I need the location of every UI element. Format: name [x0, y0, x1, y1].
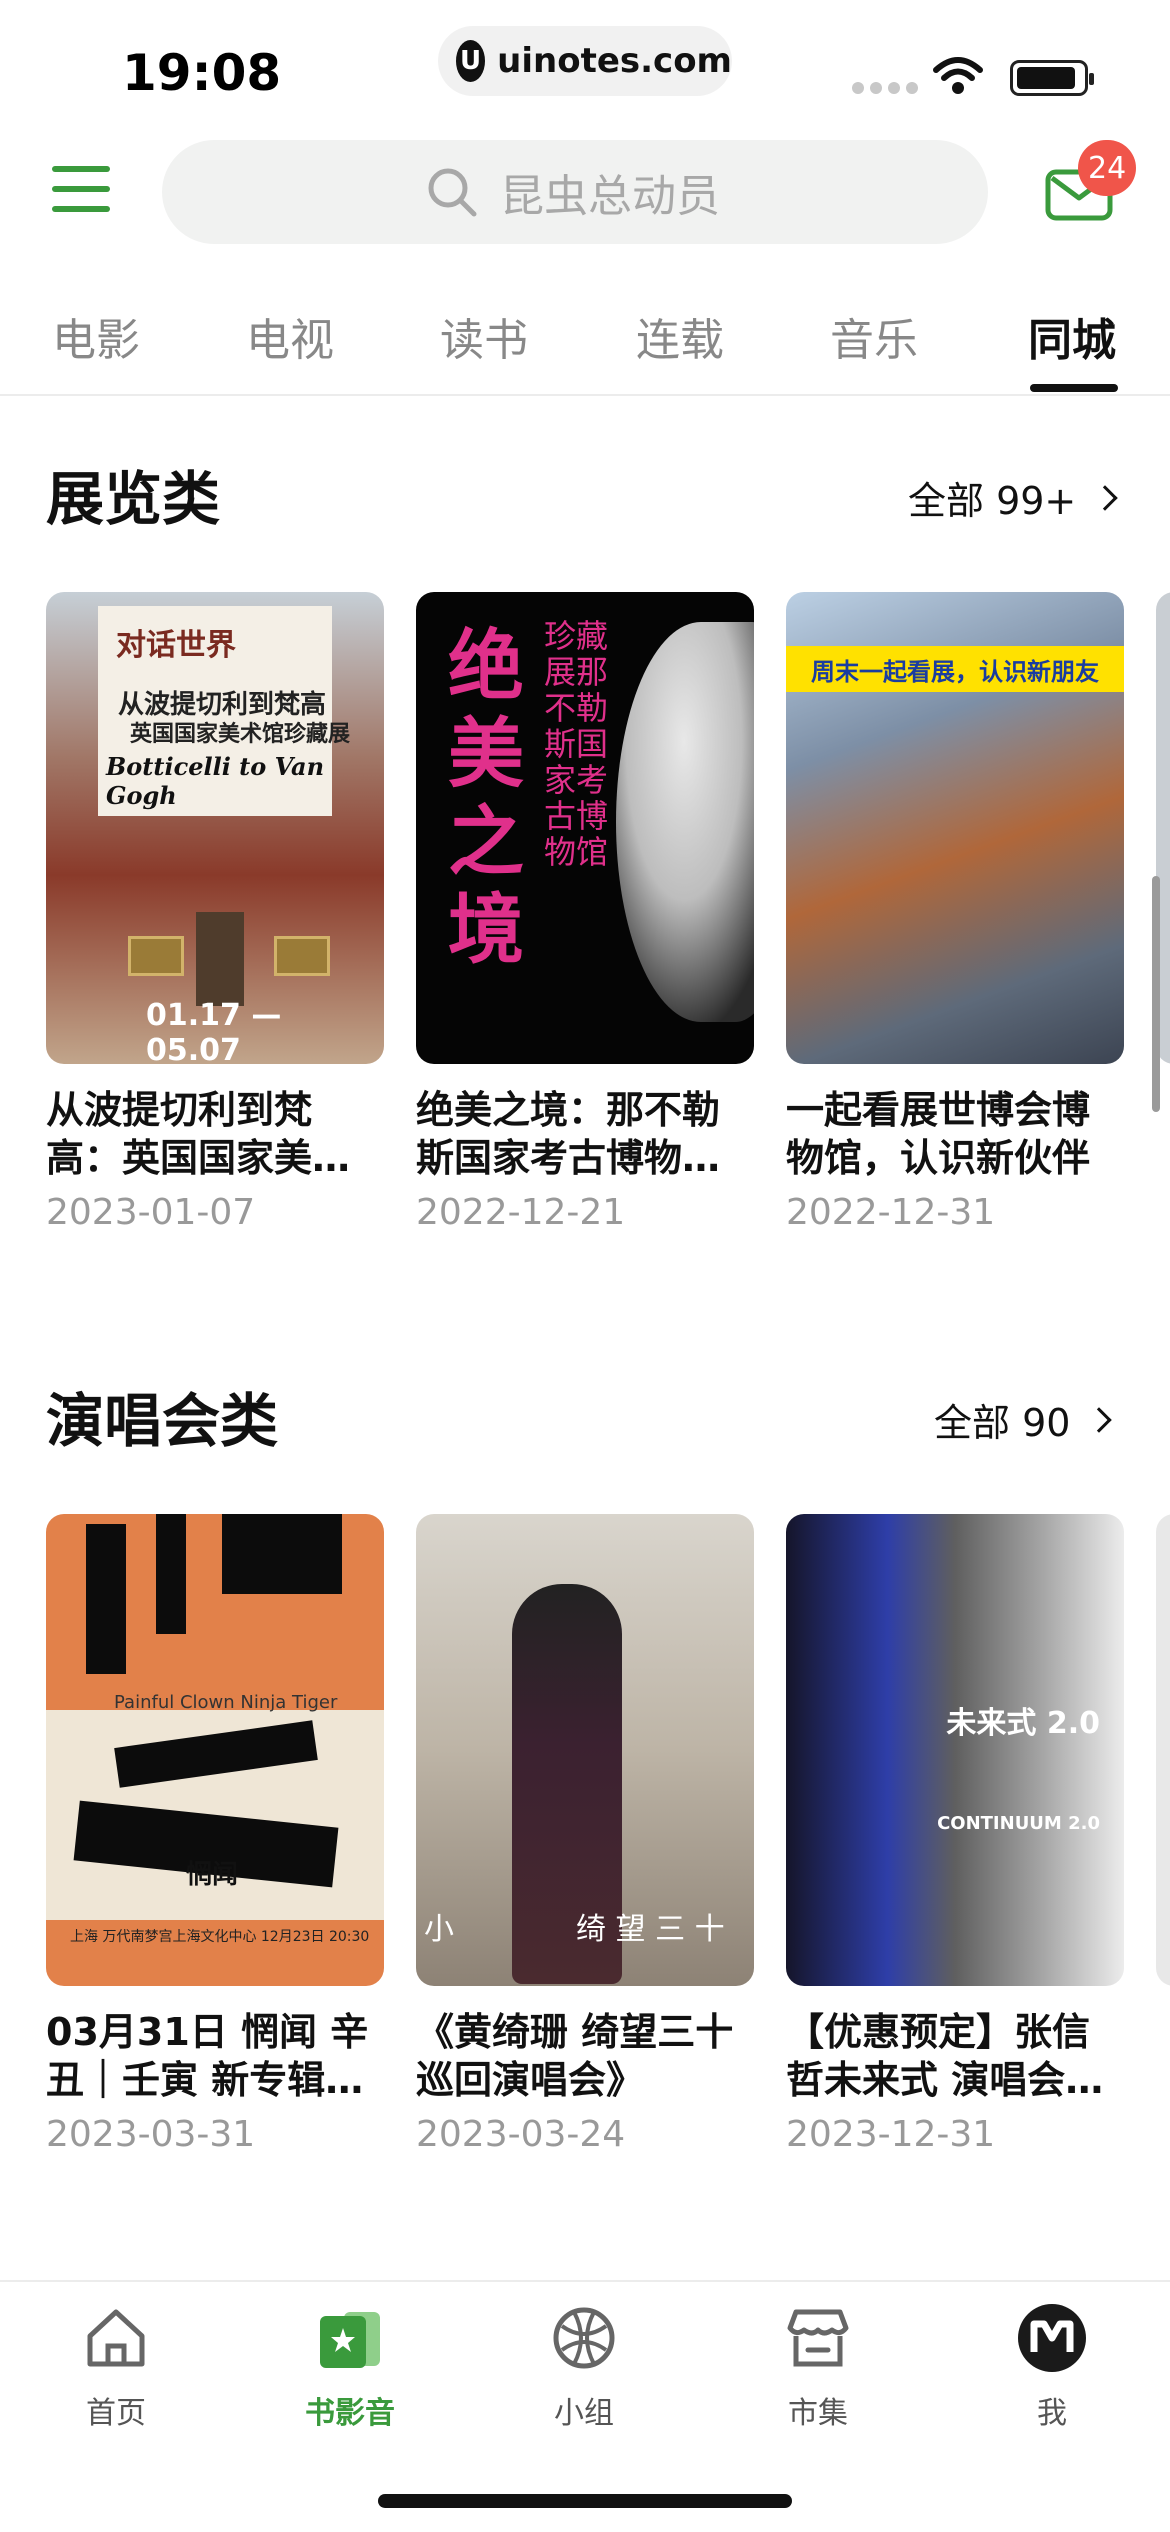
event-title: 绝美之境：那不勒斯国家考古博物馆珍藏展	[416, 1088, 721, 1180]
app-screen: 19:08 U uinotes.com 昆虫总动员 24 电影 电视 读书 连载…	[0, 0, 1170, 2532]
chevron-right-icon	[1086, 1406, 1113, 1433]
section-title-concerts: 演唱会类	[46, 1387, 279, 1455]
search-bar[interactable]: 昆虫总动员	[162, 140, 988, 244]
market-icon	[787, 2309, 849, 2367]
media-icon	[320, 2312, 380, 2368]
mail-badge: 24	[1078, 140, 1137, 196]
event-title: 【优惠预定】张信哲未来式 演唱会门票	[786, 2010, 1104, 2102]
see-all-label: 全部 90	[934, 1401, 1071, 1445]
menu-icon[interactable]	[52, 166, 110, 218]
poster-name-right: 绮 望 三 十	[576, 1912, 725, 1947]
tab-serial[interactable]: 连载	[636, 304, 724, 368]
tab-tv[interactable]: 电视	[246, 304, 334, 368]
next-card-peek[interactable]	[1156, 1514, 1170, 1986]
tab-local[interactable]: 同城	[1028, 304, 1116, 368]
poster-subtitle: CONTINUUM 2.0	[937, 1813, 1100, 1834]
event-title: 从波提切利到梵高：英国国家美术馆珍藏展	[46, 1088, 351, 1180]
nav-profile[interactable]: 我	[972, 2302, 1132, 2432]
signal-icon	[852, 82, 918, 94]
event-date: 2023-03-24	[416, 2114, 626, 2155]
event-card[interactable]: 小 绮 望 三 十 《黄绮珊 绮望三十巡回演唱会》 2023-03-24	[416, 1514, 754, 2155]
event-date: 2023-12-31	[786, 2114, 996, 2155]
profile-icon	[1018, 2304, 1086, 2372]
battery-icon	[1010, 60, 1094, 96]
status-time: 19:08	[122, 44, 282, 102]
see-all-concerts[interactable]: 全部 90	[934, 1392, 1113, 1447]
url-pill[interactable]: U uinotes.com	[438, 26, 732, 96]
top-header: 昆虫总动员 24	[0, 140, 1170, 246]
status-bar: 19:08 U uinotes.com	[0, 0, 1170, 130]
event-date: 2022-12-21	[416, 1192, 626, 1233]
event-card[interactable]: 对话世界 从波提切利到梵高 英国国家美术馆珍藏展 Botticelli to V…	[46, 592, 384, 1233]
poster-name-left: 小	[424, 1912, 454, 1947]
event-poster: 小 绮 望 三 十	[416, 1514, 754, 1986]
category-tabs: 电影 电视 读书 连载 音乐 同城	[0, 290, 1170, 396]
poster-english-title: Botticelli to Van Gogh	[106, 752, 325, 810]
event-card[interactable]: 绝美之境 珍藏展那不勒斯国家考古博物馆 绝美之境：那不勒斯国家考古博物馆珍藏展 …	[416, 592, 754, 1233]
see-all-exhibitions[interactable]: 全部 99+	[908, 470, 1119, 525]
event-title: 03月31日 惘闻 辛丑｜壬寅 新专辑巡演	[46, 2010, 369, 2102]
site-logo-icon: U	[456, 40, 486, 82]
nav-group[interactable]: 小组	[504, 2302, 664, 2432]
event-poster: 绝美之境 珍藏展那不勒斯国家考古博物馆	[416, 592, 754, 1064]
search-placeholder: 昆虫总动员	[500, 171, 720, 222]
event-poster: 对话世界 从波提切利到梵高 英国国家美术馆珍藏展 Botticelli to V…	[46, 592, 384, 1064]
poster-banner: 周末一起看展，认识新朋友	[786, 646, 1124, 692]
active-tab-indicator	[1030, 384, 1118, 392]
poster-venue: 上海 万代南梦宫上海文化中心 12月23日 20:30	[70, 1929, 370, 1945]
nav-media[interactable]: 书影音	[270, 2302, 430, 2432]
statue-image	[616, 622, 754, 1022]
section-title-exhibitions: 展览类	[46, 465, 221, 533]
site-url: uinotes.com	[497, 41, 732, 81]
nav-label: 市集	[788, 2396, 848, 2431]
chevron-right-icon	[1092, 484, 1119, 511]
home-icon	[87, 2309, 145, 2367]
event-date: 2023-01-07	[46, 1192, 256, 1233]
poster-subtitle: 英国国家美术馆珍藏展	[130, 722, 351, 747]
group-icon	[553, 2307, 615, 2369]
poster-dates: 01.17 — 05.07	[146, 998, 282, 1064]
event-poster: Painful Clown Ninja Tiger 惘闻 上海 万代南梦宫上海文…	[46, 1514, 384, 1986]
nav-label: 我	[1037, 2396, 1067, 2431]
nav-label: 首页	[86, 2396, 146, 2431]
event-card[interactable]: 周末一起看展，认识新朋友 一起看展世博会博物馆，认识新伙伴 2022-12-31	[786, 592, 1124, 1233]
event-card[interactable]: Painful Clown Ninja Tiger 惘闻 上海 万代南梦宫上海文…	[46, 1514, 384, 2155]
nav-label: 书影音	[305, 2396, 395, 2431]
tab-music[interactable]: 音乐	[830, 304, 918, 368]
event-title: 一起看展世博会博物馆，认识新伙伴	[786, 1088, 1091, 1180]
nav-label: 小组	[554, 2396, 614, 2431]
wifi-icon	[933, 57, 983, 94]
poster-artist: 惘闻	[186, 1860, 239, 1890]
scrollbar[interactable]	[1152, 876, 1160, 1112]
event-card[interactable]: 未来式 2.0 CONTINUUM 2.0 【优惠预定】张信哲未来式 演唱会门票…	[786, 1514, 1124, 2155]
poster-title: 未来式 2.0	[946, 1706, 1100, 1741]
nav-market[interactable]: 市集	[738, 2302, 898, 2432]
event-poster: 未来式 2.0 CONTINUUM 2.0	[786, 1514, 1124, 1986]
see-all-label: 全部 99+	[908, 479, 1077, 523]
nav-home[interactable]: 首页	[36, 2302, 196, 2432]
tab-books[interactable]: 读书	[440, 304, 528, 368]
event-date: 2022-12-31	[786, 1192, 996, 1233]
poster-brand: 对话世界	[116, 628, 236, 663]
poster-line: Painful Clown Ninja Tiger	[114, 1692, 338, 1713]
tab-movie[interactable]: 电影	[52, 304, 140, 368]
poster-title: 绝美之境	[448, 621, 524, 974]
event-title: 《黄绮珊 绮望三十巡回演唱会》	[416, 2010, 734, 2102]
event-date: 2023-03-31	[46, 2114, 256, 2155]
poster-subtitle: 珍藏展那不勒斯国家考古博物馆	[544, 617, 609, 871]
event-poster: 周末一起看展，认识新朋友	[786, 592, 1124, 1064]
search-icon	[428, 168, 477, 217]
home-indicator[interactable]	[378, 2494, 792, 2508]
